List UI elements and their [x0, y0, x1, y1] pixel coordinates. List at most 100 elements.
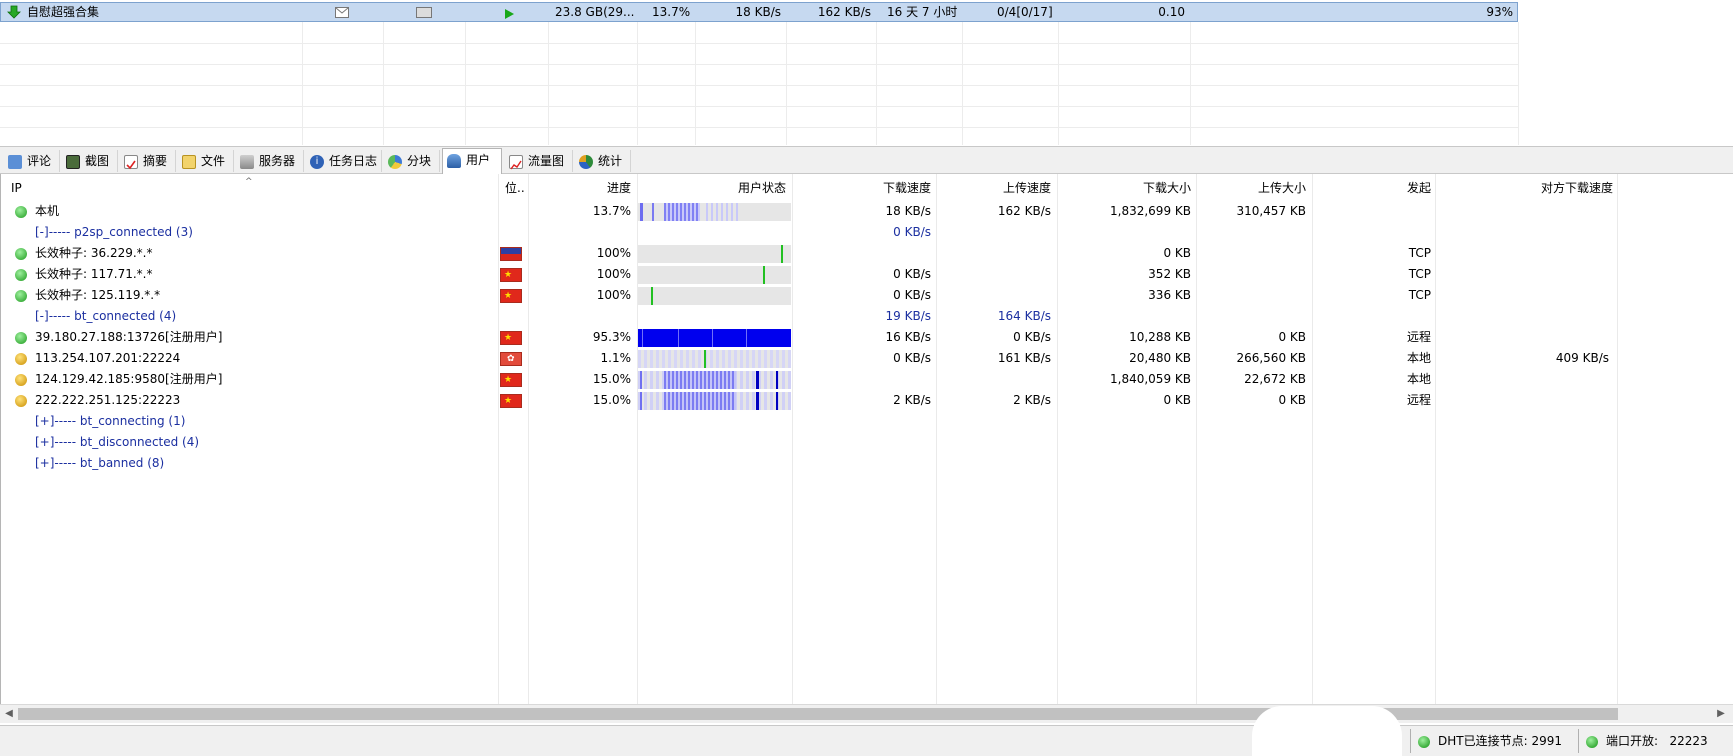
info-icon: i	[310, 154, 324, 169]
tab-servers[interactable]: 服务器	[236, 150, 304, 172]
group-label[interactable]: [+]----- bt_disconnected (4)	[35, 432, 199, 453]
table-row[interactable]: 长效种子: 117.71.*.* ★ 100% 0 KB/s 352 KB TC…	[1, 264, 1733, 285]
group-label[interactable]: [+]----- bt_banned (8)	[35, 453, 164, 474]
peer-ip: 长效种子: 36.229.*.*	[35, 246, 153, 260]
tab-statistics[interactable]: 统计	[575, 150, 631, 172]
peer-progress: 100%	[596, 267, 631, 281]
scroll-right-icon[interactable]: ▶	[1713, 706, 1729, 722]
table-row[interactable]: 本机 13.7% 18 KB/s 162 KB/s 1,832,699 KB 3…	[1, 201, 1733, 222]
peer-status-bar	[638, 287, 791, 305]
chart-icon	[509, 154, 523, 169]
column-header-ip[interactable]: IP	[11, 178, 22, 198]
peer-progress: 1.1%	[600, 351, 632, 365]
peer-upload-size: 310,457 KB	[1236, 204, 1306, 218]
peer-ip: 长效种子: 125.119.*.*	[35, 288, 161, 302]
group-label[interactable]: [-]----- p2sp_connected (3)	[35, 222, 193, 243]
group-row[interactable]: [+]----- bt_connecting (1)	[1, 411, 1733, 432]
peer-download-size: 0 KB	[1163, 393, 1191, 407]
column-header-upload-size[interactable]: 上传大小	[1201, 178, 1306, 198]
peer-upload-speed: 162 KB/s	[997, 204, 1051, 218]
sort-ascending-icon: ^	[245, 177, 253, 187]
yellow-status-icon	[15, 395, 27, 407]
table-row[interactable]: 长效种子: 36.229.*.* 100% 0 KB TCP	[1, 243, 1733, 264]
tab-users[interactable]: 用户	[442, 148, 502, 175]
peer-initiator: 远程	[1406, 393, 1431, 407]
scroll-left-icon[interactable]: ◀	[1, 706, 17, 722]
peer-status-bar	[638, 329, 791, 347]
dht-status: DHT已连接节点: 2991	[1418, 732, 1562, 750]
column-header-initiator[interactable]: 发起	[1321, 178, 1431, 198]
peer-download-speed: 0 KB/s	[893, 267, 931, 281]
peer-upload-speed: 2 KB/s	[1013, 393, 1051, 407]
group-row[interactable]: [+]----- bt_disconnected (4)	[1, 432, 1733, 453]
table-row[interactable]: 长效种子: 125.119.*.* ★ 100% 0 KB/s 336 KB T…	[1, 285, 1733, 306]
horizontal-scrollbar[interactable]: ◀ ▶	[0, 704, 1733, 723]
group-row[interactable]: [-]----- bt_connected (4) 19 KB/s 164 KB…	[1, 306, 1733, 327]
tab-files[interactable]: 文件	[178, 150, 234, 172]
peer-download-speed: 2 KB/s	[893, 393, 931, 407]
table-row[interactable]: 222.222.251.125:22223 ★ 15.0% 2 KB/s 2 K…	[1, 390, 1733, 411]
tab-traffic-graph[interactable]: 流量图	[505, 150, 573, 172]
yellow-status-icon	[15, 374, 27, 386]
mail-icon[interactable]	[335, 7, 349, 18]
green-status-icon	[15, 332, 27, 344]
peer-download-size: 20,480 KB	[1129, 351, 1191, 365]
taiwan-flag-icon	[500, 247, 522, 261]
peer-download-size: 0 KB	[1163, 246, 1191, 260]
task-list: 自慰超强合集 23.8 GB(29... 13.7% 18 KB/s 162 K…	[0, 0, 1733, 145]
peer-status-bar	[638, 350, 791, 368]
yellow-status-icon	[15, 353, 27, 365]
peer-ip: 本机	[35, 204, 60, 218]
peer-initiator: TCP	[1408, 246, 1431, 260]
task-row[interactable]: 自慰超强合集 23.8 GB(29... 13.7% 18 KB/s 162 K…	[0, 2, 1518, 22]
group-label[interactable]: [-]----- bt_connected (4)	[35, 306, 176, 327]
file-icon	[182, 154, 196, 169]
task-upload-speed: 162 KB/s	[817, 5, 871, 19]
tab-pieces[interactable]: 分块	[384, 150, 440, 172]
tab-summary[interactable]: 摘要	[120, 150, 176, 172]
column-header-download-size[interactable]: 下载大小	[1061, 178, 1191, 198]
peer-progress: 100%	[596, 246, 631, 260]
task-sources: 0/4[0/17]	[997, 5, 1053, 19]
group-download-speed: 0 KB/s	[893, 225, 931, 239]
peer-initiator: 远程	[1406, 330, 1431, 344]
china-flag-icon: ★	[500, 331, 522, 345]
peer-ip: 39.180.27.188:13726[注册用户]	[35, 330, 223, 344]
tab-task-log[interactable]: i 任务日志	[306, 150, 382, 172]
tab-comments[interactable]: 评论	[4, 150, 60, 172]
peer-upload-size: 266,560 KB	[1236, 351, 1306, 365]
column-header-location[interactable]: 位..	[505, 178, 525, 198]
column-header-download-speed[interactable]: 下载速度	[801, 178, 931, 198]
table-row[interactable]: 124.129.42.185:9580[注册用户] ★ 15.0% 1,840,…	[1, 369, 1733, 390]
task-percent: 93%	[1486, 5, 1513, 19]
group-row[interactable]: [-]----- p2sp_connected (3) 0 KB/s	[1, 222, 1733, 243]
group-row[interactable]: [+]----- bt_banned (8)	[1, 453, 1733, 474]
peer-status-bar	[638, 371, 791, 389]
table-row[interactable]: 113.254.107.201:22224 ✿ 1.1% 0 KB/s 161 …	[1, 348, 1733, 369]
group-download-speed: 19 KB/s	[885, 309, 931, 323]
peer-progress: 15.0%	[592, 393, 631, 407]
play-icon[interactable]	[503, 7, 515, 19]
peer-initiator: 本地	[1406, 351, 1431, 365]
column-header-peer-download-speed[interactable]: 对方下载速度	[1441, 178, 1613, 198]
group-label[interactable]: [+]----- bt_connecting (1)	[35, 411, 185, 432]
preview-icon[interactable]	[416, 7, 432, 18]
table-row[interactable]: 39.180.27.188:13726[注册用户] ★ 95.3% 16 KB/…	[1, 327, 1733, 348]
peer-status-bar	[638, 245, 791, 263]
task-progress: 13.7%	[652, 5, 691, 19]
peer-status-bar	[638, 203, 791, 221]
peer-ip: 113.254.107.201:22224	[35, 351, 181, 365]
detail-tab-bar: 评论 截图 摘要 文件 服务器 i 任务日志 分块 用户 流量图 统计	[0, 146, 1733, 175]
column-header-progress[interactable]: 进度	[531, 178, 631, 198]
column-header-upload-speed[interactable]: 上传速度	[941, 178, 1051, 198]
peer-upload-size: 0 KB	[1278, 393, 1306, 407]
tab-screenshots[interactable]: 截图	[62, 150, 118, 172]
peer-progress: 95.3%	[592, 330, 631, 344]
column-header-user-status[interactable]: 用户状态	[641, 178, 786, 198]
peer-progress: 100%	[596, 288, 631, 302]
task-ratio: 0.10	[1158, 5, 1185, 19]
peer-initiator: 本地	[1406, 372, 1431, 386]
server-icon	[240, 154, 254, 169]
peer-initiator: TCP	[1408, 267, 1431, 281]
dht-connected-icon	[1418, 735, 1430, 748]
